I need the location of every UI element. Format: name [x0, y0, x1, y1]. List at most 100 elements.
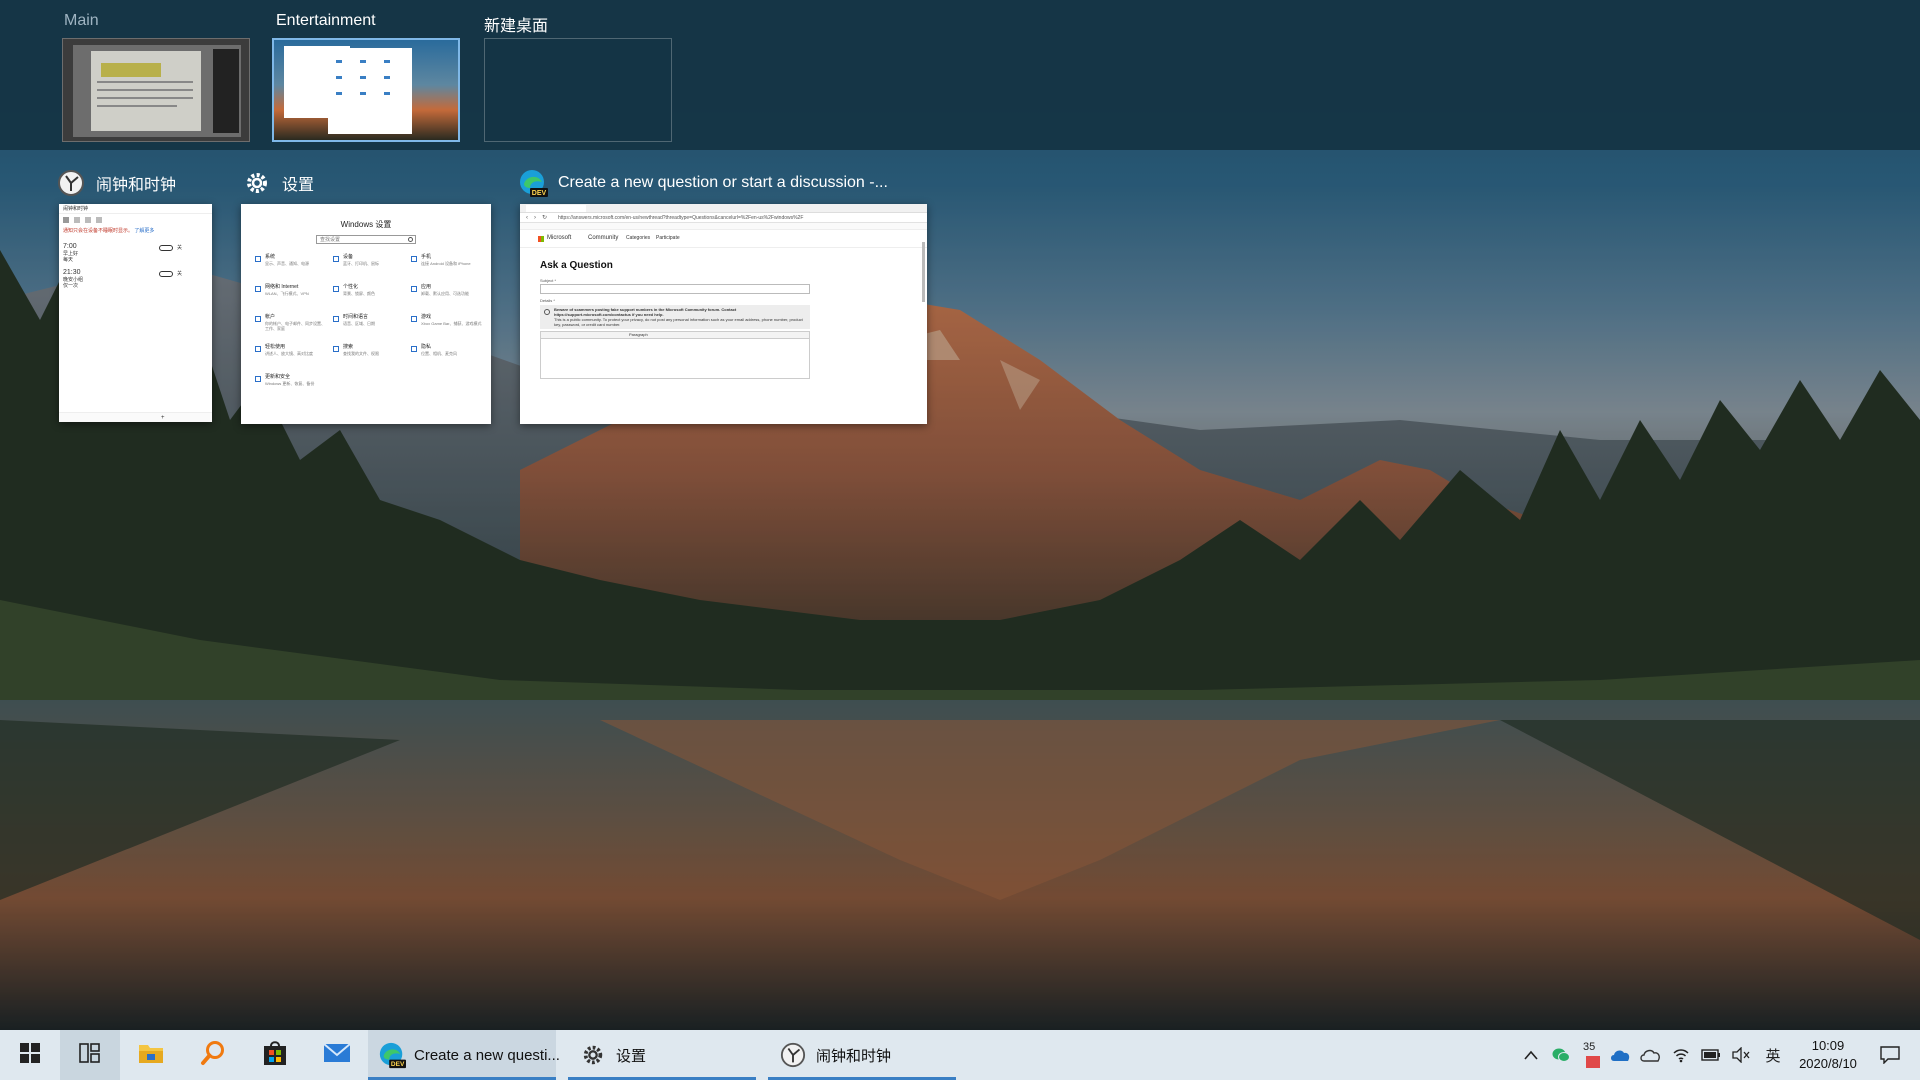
desktop-thumbnail[interactable]: [272, 38, 460, 142]
file-explorer-button[interactable]: [120, 1030, 182, 1080]
new-desktop-button[interactable]: [484, 38, 672, 142]
settings-item[interactable]: 个性化 背景、锁屏、颜色: [333, 284, 407, 310]
window-title-text: Create a new question or start a discuss…: [558, 174, 888, 191]
settings-item-desc: Windows 更新、恢复、备份: [265, 381, 315, 386]
show-hidden-icons-chevron-up-icon[interactable]: [1516, 1030, 1546, 1080]
edge-address-bar[interactable]: https://answers.microsoft.com/en-us/newt…: [558, 214, 828, 222]
window-title-clock[interactable]: 闹钟和时钟: [56, 168, 176, 198]
alarm-toggle[interactable]: [159, 245, 173, 251]
window-edge-preview[interactable]: ‹ › ↻ https://answers.microsoft.com/en-u…: [520, 204, 927, 424]
battery-icon[interactable]: [1696, 1030, 1726, 1080]
alarm-toggle[interactable]: [159, 271, 173, 277]
show-desktop-button[interactable]: [1914, 1030, 1920, 1080]
settings-item-name: 应用: [421, 284, 432, 290]
format-dropdown[interactable]: Paragraph: [629, 332, 648, 338]
page-heading: Ask a Question: [540, 260, 613, 271]
window-title-edge[interactable]: DEV Create a new question or start a dis…: [518, 168, 888, 198]
settings-item-icon: [333, 316, 339, 322]
settings-item-name: 个性化: [343, 284, 359, 290]
gear-icon: [578, 1040, 608, 1070]
taskbar-app-edge[interactable]: DEV Create a new questi...: [368, 1030, 560, 1080]
settings-item[interactable]: 轻松使用 讲述人、放大镜、高对比度: [255, 344, 329, 370]
settings-item[interactable]: 网络和 Internet WLAN、飞行模式、VPN: [255, 284, 329, 310]
window-title-text: 设置: [282, 177, 315, 194]
window-title-settings[interactable]: 设置: [242, 168, 314, 198]
taskbar-app-settings[interactable]: 设置: [568, 1030, 756, 1080]
info-icon: [544, 309, 550, 315]
onedrive-cloud-icon[interactable]: [1606, 1030, 1636, 1080]
site-name[interactable]: Microsoft: [547, 234, 571, 242]
settings-item[interactable]: 手机 连接 Android 设备和 iPhone: [411, 254, 485, 280]
input-method-indicator[interactable]: 英: [1756, 1030, 1790, 1080]
alarm-item[interactable]: 7:00 早上好 每天 关: [59, 237, 212, 269]
wechat-icon[interactable]: [1546, 1030, 1576, 1080]
alarm-tab-icon[interactable]: [63, 217, 69, 223]
alarm-item[interactable]: 21:30 晚安小组 仅一次 关: [59, 269, 212, 301]
details-editor[interactable]: [540, 339, 810, 379]
world-clock-tab-icon[interactable]: [74, 217, 80, 223]
alarm-repeat: 仅一次: [63, 283, 79, 289]
settings-item-icon: [333, 256, 339, 262]
settings-item[interactable]: 时间和语言 语音、区域、日期: [333, 314, 407, 340]
desktop-thumbnail[interactable]: [62, 38, 250, 142]
settings-search-box[interactable]: 查找设置: [316, 235, 416, 244]
settings-item-desc: 查找我的文件、权限: [343, 351, 379, 356]
stopwatch-tab-icon[interactable]: [96, 217, 102, 223]
volume-muted-icon[interactable]: [1726, 1030, 1756, 1080]
forward-icon[interactable]: ›: [534, 215, 536, 221]
refresh-icon[interactable]: ↻: [542, 215, 547, 221]
action-center-notification-icon[interactable]: [1866, 1030, 1914, 1080]
settings-header: Windows 设置: [340, 220, 392, 229]
start-button[interactable]: [0, 1030, 60, 1080]
settings-item-icon: [255, 346, 261, 352]
taskbar-app-label: 设置: [616, 1047, 647, 1065]
store-button[interactable]: [244, 1030, 306, 1080]
mail-button[interactable]: [306, 1030, 368, 1080]
nav-categories[interactable]: Categories: [626, 234, 650, 242]
add-alarm-button[interactable]: +: [161, 414, 165, 422]
edge-address-row: ‹ › ↻ https://answers.microsoft.com/en-u…: [520, 213, 927, 223]
settings-item[interactable]: 应用 卸载、默认应用、可选功能: [411, 284, 485, 310]
edge-tab[interactable]: [526, 205, 586, 212]
settings-item-name: 设备: [343, 254, 354, 260]
taskbar-clock[interactable]: 10:09 2020/8/10: [1790, 1037, 1866, 1073]
nav-community[interactable]: Community: [588, 234, 618, 242]
settings-item-icon: [411, 316, 417, 322]
subject-input[interactable]: [540, 284, 810, 294]
settings-item[interactable]: 系统 显示、声音、通知、电源: [255, 254, 329, 280]
settings-item-icon: [255, 286, 261, 292]
weather-temperature[interactable]: 35: [1576, 1030, 1606, 1080]
settings-item[interactable]: 更新和安全 Windows 更新、恢复、备份: [255, 374, 329, 400]
clock-time: 10:09: [1811, 1038, 1845, 1053]
settings-item-name: 手机: [421, 254, 432, 260]
settings-item[interactable]: 设备 蓝牙、打印机、鼠标: [333, 254, 407, 280]
settings-item[interactable]: 隐私 位置、相机、麦克风: [411, 344, 485, 370]
nav-participate[interactable]: Participate: [656, 234, 680, 242]
settings-item-desc: 连接 Android 设备和 iPhone: [421, 261, 471, 266]
settings-item-icon: [411, 346, 417, 352]
editor-toolbar[interactable]: Paragraph: [540, 331, 810, 339]
settings-item[interactable]: 游戏 Xbox Game Bar、捕获、游戏模式: [411, 314, 485, 340]
scam-warning-banner: Beware of scammers posting fake support …: [540, 305, 810, 329]
edge-dev-icon: DEV: [518, 168, 548, 198]
taskbar-app-clock[interactable]: 闹钟和时钟: [768, 1030, 956, 1080]
clock-notice-link[interactable]: 了解更多: [134, 228, 154, 234]
taskbar-app-label: Create a new questi...: [414, 1046, 560, 1064]
back-icon[interactable]: ‹: [526, 215, 528, 221]
clock-nav: [59, 214, 212, 226]
wifi-icon[interactable]: [1666, 1030, 1696, 1080]
task-view-button[interactable]: [60, 1030, 120, 1080]
taskbar-app-label: 闹钟和时钟: [816, 1047, 892, 1065]
onedrive-personal-icon[interactable]: [1636, 1030, 1666, 1080]
scrollbar[interactable]: [922, 242, 925, 302]
window-clock-preview[interactable]: 闹钟和时钟 通知只会在设备不睡眠时显示。 了解更多 7:00 早上好 每天 关 …: [59, 204, 212, 422]
settings-item-name: 更新和安全: [265, 374, 291, 380]
timer-tab-icon[interactable]: [85, 217, 91, 223]
alarm-clock-icon: [56, 168, 86, 198]
settings-item[interactable]: 搜索 查找我的文件、权限: [333, 344, 407, 370]
settings-item[interactable]: 帐户 你的帐户、电子邮件、同步设置、工作、家庭: [255, 314, 329, 340]
microsoft-logo-icon: [538, 236, 544, 242]
window-settings-preview[interactable]: Windows 设置 查找设置 系统 显示、声音、通知、电源 设备 蓝牙、打印机、鼠标…: [241, 204, 491, 424]
search-app-button[interactable]: [182, 1030, 244, 1080]
task-view-icon: [79, 1042, 101, 1069]
